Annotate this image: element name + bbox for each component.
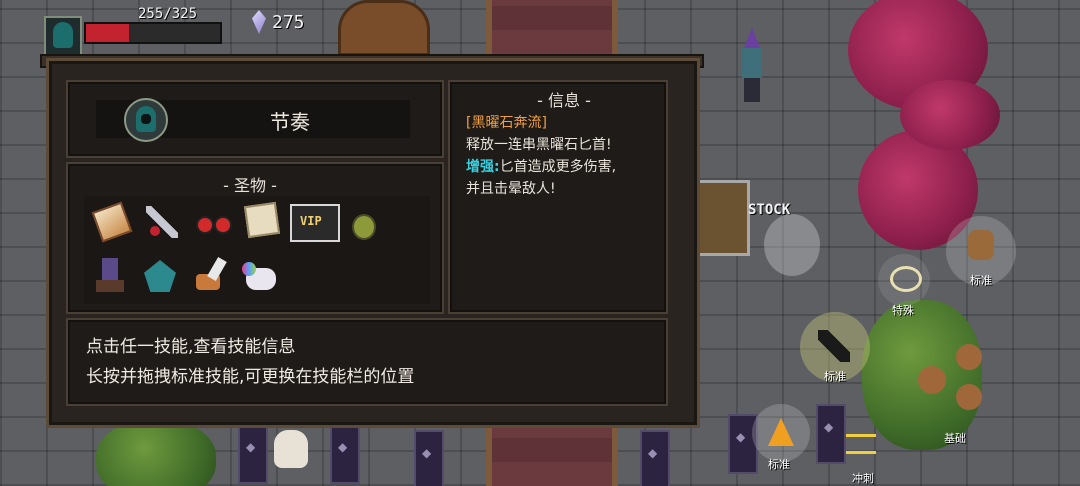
skill-button-dash[interactable] xyxy=(840,428,884,472)
flame-icon xyxy=(768,418,794,446)
spellbook-icon[interactable] xyxy=(91,201,133,243)
hooded-figure-icon xyxy=(53,22,73,48)
dagger-icon[interactable] xyxy=(142,202,182,242)
health-bar-fill xyxy=(86,24,129,42)
obsidian-daggers-icon xyxy=(818,330,850,362)
skill-label-special: 特殊 xyxy=(892,304,914,317)
skill-label-standard-bottom: 标准 xyxy=(768,458,790,471)
pink-tree xyxy=(900,80,1000,150)
scroll-icon[interactable] xyxy=(242,200,282,240)
info-header: - 信息 - xyxy=(537,91,591,110)
skill-label-basic: 基础 xyxy=(944,432,966,445)
vip-card-text: VIP xyxy=(300,214,322,228)
potion-flask-icon[interactable] xyxy=(344,204,384,244)
feather-gauntlet-icon[interactable] xyxy=(192,256,232,296)
info-description: [黑曜石奔流] 释放一连串黑曜石匕首! 增强:匕首造成更多伤害, 并且击晕敌人! xyxy=(466,112,676,200)
teal-cloak-icon[interactable] xyxy=(140,256,180,296)
wooden-door xyxy=(338,0,430,56)
skill-label-standard-mid: 标准 xyxy=(824,370,846,383)
health-text: 255/325 xyxy=(138,6,198,22)
relic-header: - 圣物 - xyxy=(223,176,277,195)
stock-chest[interactable] xyxy=(696,180,750,256)
enhance-label: 增强: xyxy=(466,159,500,175)
tip-line-2: 长按并拖拽标准技能,可更换在技能栏的位置 xyxy=(86,367,415,387)
unicorn-icon[interactable] xyxy=(240,256,280,296)
skill-name: 节奏 xyxy=(270,110,310,134)
earth-fist-icon xyxy=(956,344,982,370)
player-character xyxy=(764,214,820,276)
skill-button-special[interactable] xyxy=(878,254,930,306)
banner xyxy=(238,424,268,484)
skill-label-dash: 冲刺 xyxy=(852,472,874,485)
banner xyxy=(414,430,444,486)
earth-fist-icon xyxy=(918,366,946,394)
vip-card-icon[interactable]: VIP xyxy=(290,204,340,242)
enhance-text: 匕首造成更多伤害, xyxy=(499,159,617,175)
wizard-npc[interactable] xyxy=(738,28,766,104)
swirl-icon xyxy=(890,266,922,292)
desc-line-1: 释放一连串黑曜石匕首! xyxy=(466,137,612,153)
health-bar xyxy=(84,22,222,44)
green-bush xyxy=(96,420,216,486)
skill-label-standard-top: 标准 xyxy=(970,274,992,287)
tip-line-1: 点击任一技能,查看技能信息 xyxy=(86,337,296,357)
dash-icon xyxy=(846,434,876,454)
hooded-figure-icon[interactable] xyxy=(124,98,168,142)
banner xyxy=(330,424,360,484)
purple-boot-icon[interactable] xyxy=(92,256,132,296)
gem-count: 275 xyxy=(272,12,305,33)
desc-line-3: 并且击晕敌人! xyxy=(466,181,556,197)
player-avatar[interactable] xyxy=(44,16,82,56)
earth-fist-icon xyxy=(956,384,982,410)
tips-text: 点击任一技能,查看技能信息 长按并拖拽标准技能,可更换在技能栏的位置 xyxy=(86,332,414,392)
skill-button-basic[interactable] xyxy=(912,340,988,430)
skill-tag: [黑曜石奔流] xyxy=(466,115,547,131)
banner xyxy=(640,430,670,486)
skull-icon xyxy=(274,430,308,468)
skill-button-standard-bottom[interactable] xyxy=(752,404,810,462)
red-goggles-icon[interactable] xyxy=(192,202,232,242)
rock-golem-icon xyxy=(968,230,994,260)
